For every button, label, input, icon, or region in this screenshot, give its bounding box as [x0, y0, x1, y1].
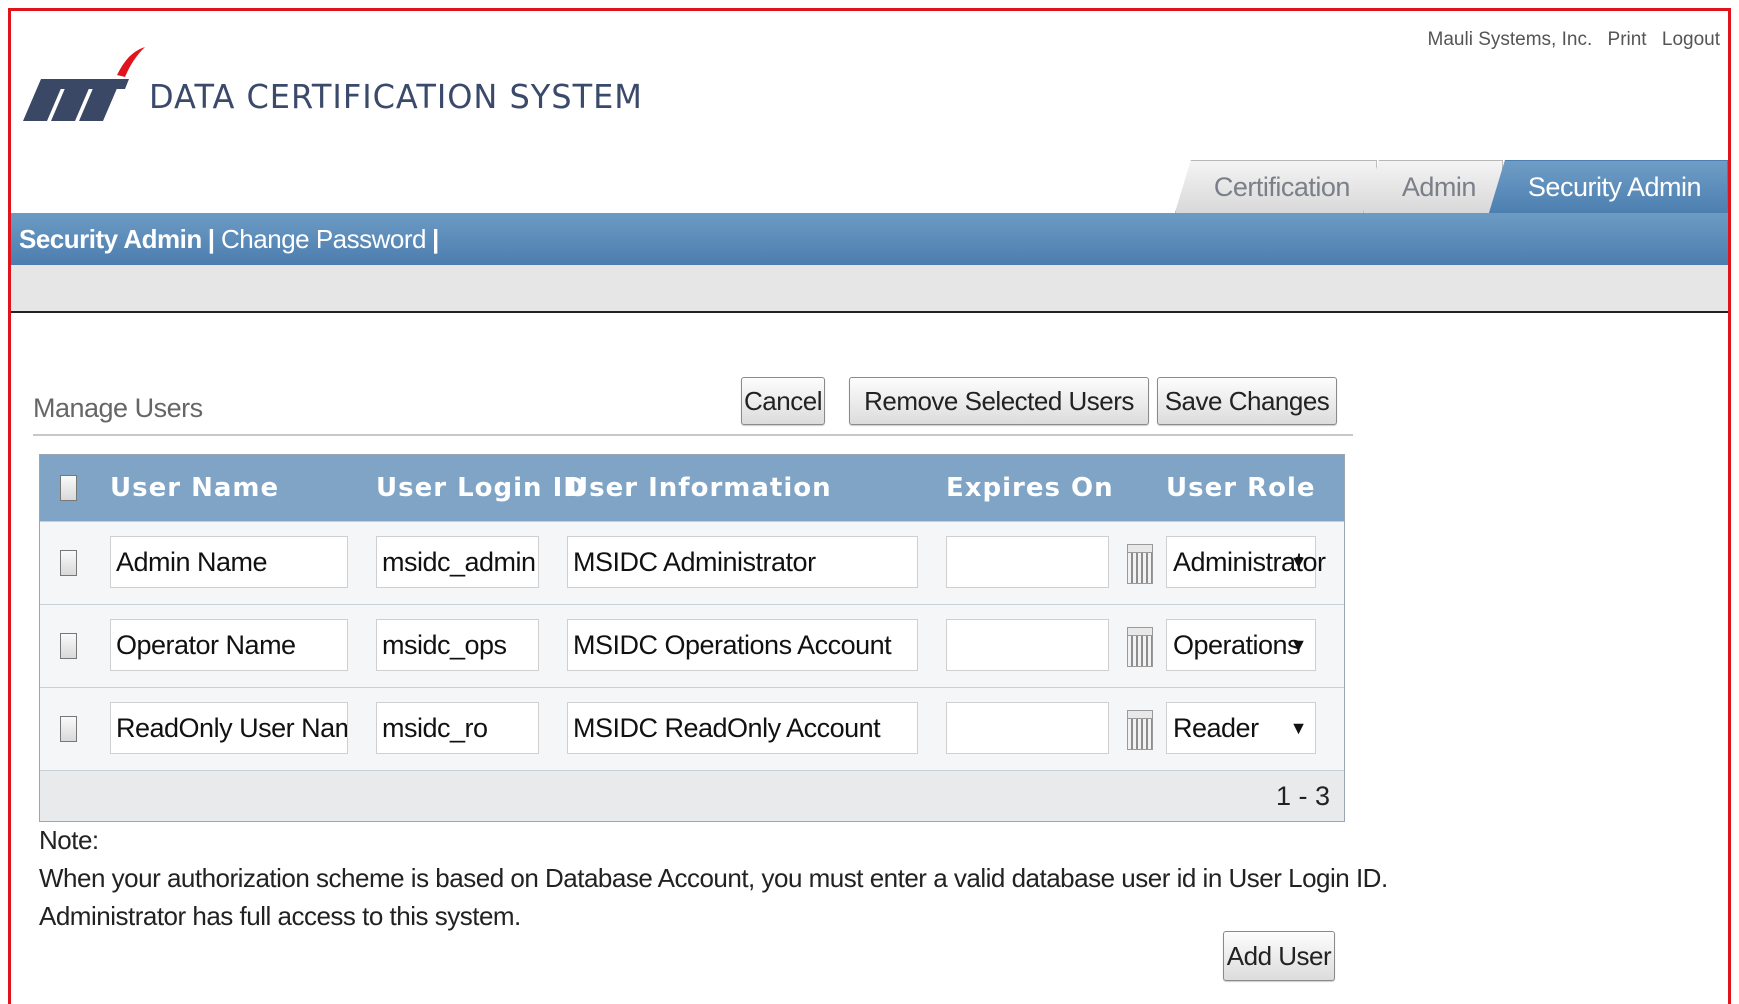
user-role-select[interactable]: Administrator ▼ [1166, 536, 1326, 588]
app-title: DATA CERTIFICATION SYSTEM [149, 77, 643, 116]
note-label: Note: [39, 825, 99, 855]
tab-certification[interactable]: Certification [1174, 160, 1377, 213]
user-role-value: Operations [1173, 630, 1301, 660]
user-role-select[interactable]: Reader ▼ [1166, 702, 1316, 754]
company-logo [23, 47, 145, 121]
user-login-id-input[interactable]: msidc_ops [376, 619, 539, 671]
subnav-change-password[interactable]: Change Password [221, 213, 426, 265]
pagination-range: 1 - 3 [40, 770, 1344, 821]
tab-security-admin[interactable]: Security Admin [1488, 160, 1728, 213]
row-checkbox[interactable] [60, 633, 77, 659]
column-header-expires-on[interactable]: Expires On [946, 473, 1114, 503]
expires-on-input[interactable] [946, 702, 1109, 754]
tab-admin[interactable]: Admin [1362, 160, 1503, 213]
user-role-select[interactable]: Operations ▼ [1166, 619, 1316, 671]
dropdown-arrow-icon: ▼ [1289, 552, 1308, 572]
table-row: ReadOnly User Name msidc_ro MSIDC ReadOn… [40, 687, 1344, 770]
subnav-separator: | [432, 224, 440, 254]
table-row: Admin Name msidc_admin MSIDC Administrat… [40, 521, 1344, 604]
add-user-button[interactable]: Add User [1223, 931, 1335, 981]
print-link[interactable]: Print [1608, 29, 1647, 50]
app-window: DATA CERTIFICATION SYSTEM Mauli Systems,… [8, 8, 1731, 1004]
company-name: Mauli Systems, Inc. [1427, 29, 1593, 50]
user-role-value: Reader [1173, 713, 1259, 743]
column-header-user-name[interactable]: User Name [110, 473, 279, 503]
sub-navigation: Security Admin | Change Password | [11, 213, 1728, 265]
note-line: Administrator has full access to this sy… [39, 901, 521, 931]
table-header: User Name User Login ID User Information… [40, 455, 1344, 521]
subnav-security-admin[interactable]: Security Admin [11, 213, 202, 265]
select-all-checkbox[interactable] [60, 475, 77, 501]
expires-on-input[interactable] [946, 536, 1109, 588]
row-checkbox[interactable] [60, 716, 77, 742]
user-name-input[interactable]: Admin Name [110, 536, 348, 588]
user-information-input[interactable]: MSIDC ReadOnly Account [567, 702, 918, 754]
dropdown-arrow-icon: ▼ [1289, 718, 1308, 738]
subnav-separator: | [207, 224, 216, 254]
main-tabs: Certification Admin Security Admin [1174, 151, 1728, 213]
user-name-input[interactable]: ReadOnly User Name [110, 702, 348, 754]
save-changes-button[interactable]: Save Changes [1157, 377, 1337, 425]
row-checkbox[interactable] [60, 550, 77, 576]
toolbar-strip [11, 265, 1728, 313]
calendar-icon[interactable] [1127, 544, 1153, 584]
calendar-icon[interactable] [1127, 710, 1153, 750]
column-header-user-information[interactable]: User Information [567, 473, 832, 503]
column-header-user-login-id[interactable]: User Login ID [376, 473, 586, 503]
users-table: User Name User Login ID User Information… [39, 454, 1345, 822]
top-links: Mauli Systems, Inc. Print Logout [1428, 29, 1720, 51]
user-login-id-input[interactable]: msidc_ro [376, 702, 539, 754]
user-information-input[interactable]: MSIDC Operations Account [567, 619, 918, 671]
column-header-user-role[interactable]: User Role [1166, 473, 1316, 503]
calendar-icon[interactable] [1127, 627, 1153, 667]
note-line: When your authorization scheme is based … [39, 863, 1388, 893]
user-information-input[interactable]: MSIDC Administrator [567, 536, 918, 588]
logout-link[interactable]: Logout [1662, 29, 1720, 50]
user-login-id-input[interactable]: msidc_admin [376, 536, 539, 588]
user-name-input[interactable]: Operator Name [110, 619, 348, 671]
section-divider [33, 434, 1353, 436]
section-title: Manage Users [33, 393, 203, 423]
note-block: Note: When your authorization scheme is … [39, 821, 1388, 935]
dropdown-arrow-icon: ▼ [1289, 635, 1308, 655]
table-row: Operator Name msidc_ops MSIDC Operations… [40, 604, 1344, 687]
remove-selected-users-button[interactable]: Remove Selected Users [849, 377, 1149, 425]
expires-on-input[interactable] [946, 619, 1109, 671]
cancel-button[interactable]: Cancel [741, 377, 825, 425]
